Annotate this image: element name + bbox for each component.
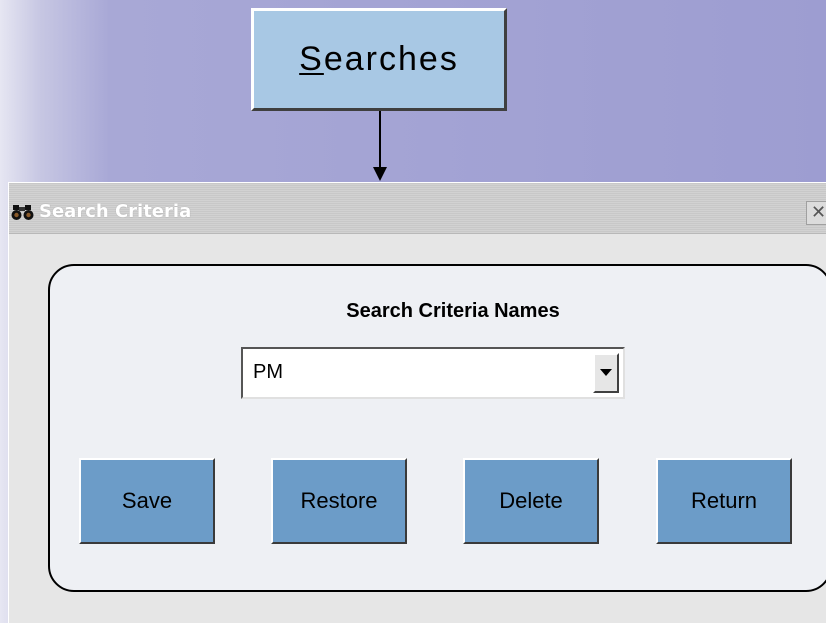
arrow-down-icon — [373, 167, 387, 181]
dropdown-selected-value: PM — [253, 361, 283, 383]
searches-mnemonic: S — [299, 40, 324, 78]
restore-button[interactable]: Restore — [271, 458, 407, 544]
search-criteria-dialog: Search Criteria ✕ Search Criteria Names … — [8, 182, 826, 623]
arrow-line — [379, 111, 381, 169]
search-criteria-panel: Search Criteria Names PM Save Restore De… — [48, 264, 826, 592]
return-button[interactable]: Return — [656, 458, 792, 544]
searches-button[interactable]: Searches — [251, 8, 507, 111]
dialog-titlebar[interactable]: Search Criteria ✕ — [9, 183, 826, 234]
delete-button[interactable]: Delete — [463, 458, 599, 544]
dialog-title: Search Criteria — [39, 201, 192, 222]
close-icon: ✕ — [811, 202, 826, 223]
binoculars-icon — [11, 205, 34, 220]
save-button[interactable]: Save — [79, 458, 215, 544]
dropdown-arrow-button[interactable] — [593, 353, 619, 393]
close-button[interactable]: ✕ — [806, 201, 826, 225]
search-criteria-dropdown[interactable]: PM — [241, 347, 625, 399]
panel-heading: Search Criteria Names — [346, 300, 560, 322]
searches-label: earches — [323, 40, 459, 78]
